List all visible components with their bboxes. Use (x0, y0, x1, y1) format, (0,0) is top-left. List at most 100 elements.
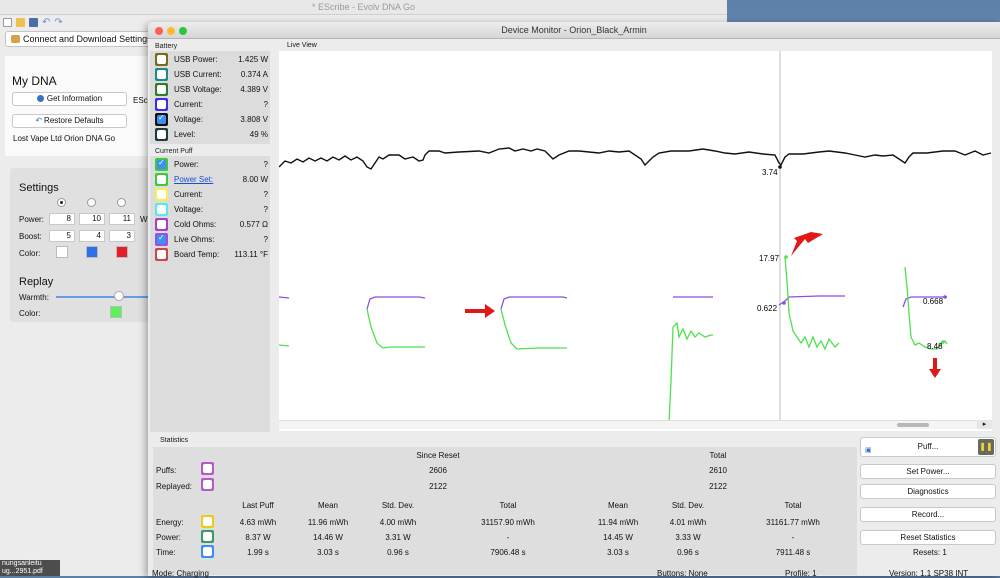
checkbox-mark (157, 55, 166, 64)
puff-signal-checkbox[interactable] (155, 203, 168, 216)
puff-signal-checkbox[interactable] (155, 218, 168, 231)
battery-signal-value: 49 % (249, 130, 268, 139)
color-swatch-3[interactable] (116, 246, 128, 258)
record-button[interactable]: Record... (860, 507, 996, 522)
battery-signal-checkbox[interactable] (155, 128, 168, 141)
connect-download-button[interactable]: Connect and Download Settings (5, 31, 157, 47)
stats-cell: 0.96 s (387, 548, 409, 557)
power-field-1[interactable]: 8 (49, 213, 75, 225)
puff-signal-name: Current: (174, 190, 203, 199)
reset-statistics-button[interactable]: Reset Statistics (860, 530, 996, 545)
puff-signal-name: Board Temp: (174, 250, 220, 259)
desktop-file-line-2: ug...2951.pdf (2, 568, 43, 575)
battery-signal-checkbox[interactable] (155, 68, 168, 81)
battery-signal-checkbox[interactable] (155, 53, 168, 66)
boost-field-3[interactable]: 3 (109, 230, 135, 242)
puff-button[interactable]: ▣ Puff... ❚❚ (860, 437, 996, 457)
profile-radio-3[interactable] (117, 198, 126, 207)
pause-icon[interactable]: ❚❚ (978, 439, 994, 455)
checkbox-mark (157, 233, 166, 244)
stats-column-header: Total (499, 501, 517, 510)
scroll-thumb[interactable] (897, 423, 929, 427)
puff-signal-value: 113.11 °F (234, 250, 268, 259)
power-field-3[interactable]: 11 (109, 213, 135, 225)
minimize-window-icon[interactable] (167, 27, 175, 35)
power-label: Power: (19, 215, 44, 224)
battery-signal-name: Level: (174, 130, 196, 139)
warmth-slider-handle[interactable] (113, 291, 124, 301)
zoom-window-icon[interactable] (179, 27, 187, 35)
puff-signal-name: Cold Ohms: (174, 220, 217, 229)
connect-label: Connect and Download Settings (23, 34, 152, 44)
profile-radio-1[interactable] (57, 198, 66, 207)
replayed-total: 2122 (709, 482, 727, 491)
battery-signal-value: 3.808 V (240, 115, 268, 124)
puff-signal-row: Voltage:? (152, 202, 272, 217)
warmth-slider-track[interactable] (56, 296, 150, 298)
replayed-since-reset: 2122 (429, 482, 447, 491)
diagnostics-button[interactable]: Diagnostics (860, 484, 996, 499)
get-information-button[interactable]: Get Information (12, 92, 127, 106)
total-header: Total (709, 451, 727, 460)
puff-signal-row: Power:? (152, 157, 272, 172)
power-field-2[interactable]: 10 (79, 213, 105, 225)
color-label: Color: (19, 249, 41, 258)
checkbox-mark (157, 130, 166, 139)
set-power-label: Set Power... (906, 467, 950, 476)
record-label: Record... (911, 510, 945, 519)
puff-signal-checkbox[interactable] (155, 173, 168, 186)
replayed-checkbox[interactable] (201, 478, 214, 491)
puff-signal-name: Voltage: (174, 205, 203, 214)
annotation-voltage: 3.74 (762, 168, 778, 177)
new-file-icon[interactable] (3, 17, 12, 27)
battery-signal-row: USB Current: 0.374 A (152, 67, 272, 82)
puffs-checkbox[interactable] (201, 462, 214, 475)
color-swatch-2[interactable] (86, 246, 98, 258)
status-mode: Mode: Charging (152, 569, 209, 578)
puff-signal-checkbox[interactable] (155, 233, 168, 246)
puff-signal-row: Current:? (152, 187, 272, 202)
annotation-ohms-2: 0.668 (923, 297, 944, 306)
puff-signal-row: Power Set: 8.00 W (152, 172, 272, 187)
boost-field-1[interactable]: 5 (49, 230, 75, 242)
close-window-icon[interactable] (155, 27, 163, 35)
settings-title: Settings (19, 182, 59, 194)
undo-icon[interactable]: ↶ (42, 17, 50, 27)
desktop-file-label[interactable]: nungsanleitu ug...2951.pdf (0, 560, 60, 576)
boost-field-2[interactable]: 4 (79, 230, 105, 242)
statistics-label: Statistics (160, 437, 189, 444)
battery-signal-checkbox[interactable] (155, 83, 168, 96)
checkbox-mark (157, 158, 166, 169)
puff-signal-checkbox[interactable] (155, 188, 168, 201)
horizontal-scrollbar[interactable] (279, 420, 977, 429)
scroll-right-button[interactable]: ▸ (977, 420, 992, 429)
live-view-plot[interactable]: 3.74 17.97 0.622 0.668 8.48 (278, 51, 992, 431)
live-view-graph: 3.74 17.97 0.622 0.668 8.48 (278, 51, 992, 424)
color-swatch-1[interactable] (56, 246, 68, 258)
replay-color-label: Color: (19, 309, 41, 318)
stats-column-header: Total (784, 501, 802, 510)
redo-icon[interactable]: ↷ (54, 17, 62, 27)
power-trace-5 (784, 256, 840, 351)
puff-signal-value: 8.00 W (242, 175, 268, 184)
puff-signal-name: Live Ohms: (174, 235, 215, 244)
puff-signal-value: 0.577 Ω (239, 220, 268, 229)
save-icon[interactable] (29, 17, 38, 27)
puff-signal-value: ? (263, 205, 268, 214)
reset-statistics-label: Reset Statistics (900, 533, 956, 542)
set-power-button[interactable]: Set Power... (860, 464, 996, 479)
puffs-label: Puffs: (156, 466, 177, 475)
stats-cell: 3.31 W (385, 533, 411, 542)
battery-signal-row: USB Power: 1.425 W (152, 52, 272, 67)
replay-color-swatch[interactable] (110, 306, 122, 318)
open-folder-icon[interactable] (16, 17, 25, 27)
puff-signal-checkbox[interactable] (155, 158, 168, 171)
profile-radio-2[interactable] (87, 198, 96, 207)
battery-signal-checkbox[interactable] (155, 113, 168, 126)
restore-defaults-label: Restore Defaults (44, 116, 104, 125)
puff-signal-checkbox[interactable] (155, 248, 168, 261)
battery-signal-checkbox[interactable] (155, 98, 168, 111)
puff-signal-name[interactable]: Power Set: (174, 175, 213, 184)
restore-defaults-button[interactable]: ↶ Restore Defaults (12, 114, 127, 128)
checkbox-mark (157, 190, 166, 199)
